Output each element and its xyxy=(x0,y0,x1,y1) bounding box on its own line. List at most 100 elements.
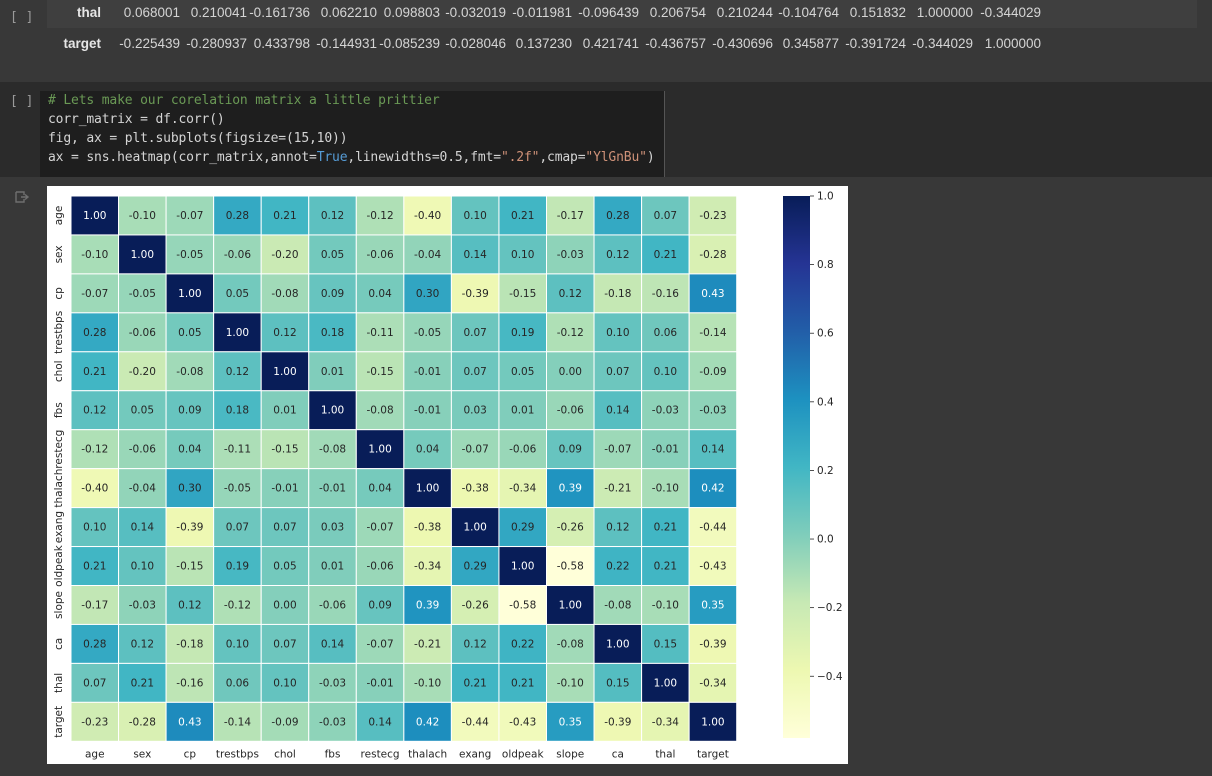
heatmap-annotation: 0.04 xyxy=(368,288,392,300)
heatmap-annotation: 0.21 xyxy=(654,522,677,534)
heatmap-annotation: -0.39 xyxy=(462,288,489,300)
heatmap-annotation: 1.00 xyxy=(368,444,391,456)
heatmap-annotation: 1.00 xyxy=(178,288,201,300)
table-cell: 0.151832 xyxy=(849,5,906,20)
heatmap-annotation: 0.28 xyxy=(83,327,106,339)
heatmap-annotation: 0.01 xyxy=(511,405,534,417)
heatmap-annotation: -0.58 xyxy=(509,599,536,611)
y-tick-label: restecg xyxy=(53,430,65,469)
heatmap-annotation: -0.03 xyxy=(557,249,584,261)
heatmap-annotation: -0.06 xyxy=(509,444,536,456)
y-tick-label: thalach xyxy=(53,469,65,508)
heatmap-annotation: -0.17 xyxy=(557,210,584,222)
heatmap-annotation: -0.06 xyxy=(319,599,346,611)
heatmap-annotation: -0.28 xyxy=(699,249,726,261)
heatmap-annotation: 0.28 xyxy=(226,210,249,222)
heatmap-annotation: -0.39 xyxy=(176,522,203,534)
heatmap-annotation: 1.00 xyxy=(131,249,154,261)
y-tick-label: exang xyxy=(53,511,65,543)
x-tick-label: restecg xyxy=(361,748,400,760)
heatmap-annotation: -0.39 xyxy=(699,638,726,650)
x-tick-label: trestbps xyxy=(216,748,259,760)
row-header: target xyxy=(63,36,101,51)
heatmap-annotation: -0.08 xyxy=(557,638,584,650)
heatmap-annotation: -0.01 xyxy=(414,366,441,378)
table-cell: -0.391724 xyxy=(845,36,906,51)
heatmap-annotation: -0.34 xyxy=(414,561,441,573)
heatmap-annotation: 0.05 xyxy=(273,561,296,573)
heatmap-annotation: -0.10 xyxy=(129,210,156,222)
heatmap-annotation: 0.28 xyxy=(83,638,106,650)
x-tick-label: fbs xyxy=(325,748,341,760)
y-tick-label: ca xyxy=(53,638,65,650)
heatmap-annotation: 0.05 xyxy=(321,249,344,261)
heatmap-annotation: -0.16 xyxy=(652,288,679,300)
table-cell: -0.436757 xyxy=(645,36,706,51)
heatmap-annotation: 0.21 xyxy=(511,677,534,689)
table-cell: 0.433798 xyxy=(253,36,310,51)
heatmap-annotation: 0.10 xyxy=(511,249,534,261)
output-icon[interactable] xyxy=(14,190,30,204)
heatmap-annotation: -0.43 xyxy=(509,716,536,728)
heatmap-annotation: 0.01 xyxy=(273,405,296,417)
heatmap-annotation: -0.12 xyxy=(81,444,108,456)
heatmap-figure: 1.00 -0.10 -0.07 0.28 0.21 0.12 -0.12 -0.40 0.10… xyxy=(47,186,848,764)
table-cell: 0.062210 xyxy=(320,5,377,20)
heatmap-annotation: -0.11 xyxy=(366,327,393,339)
heatmap-annotation: 0.09 xyxy=(321,288,344,300)
heatmap-annotation: -0.07 xyxy=(462,444,489,456)
heatmap-annotation: 0.21 xyxy=(83,561,106,573)
table-cell: 1.000000 xyxy=(916,5,973,20)
heatmap-annotation: 0.07 xyxy=(654,210,677,222)
colorbar-tick-label: 1.0 xyxy=(817,191,834,203)
code-cell-gutter[interactable]: [ ] xyxy=(10,94,33,109)
heatmap-annotation: 1.00 xyxy=(606,638,629,650)
heatmap-annotation: -0.10 xyxy=(557,677,584,689)
heatmap-annotation: 0.10 xyxy=(83,522,106,534)
heatmap-annotation: -0.07 xyxy=(366,638,393,650)
heatmap-annotation: 1.00 xyxy=(416,483,439,495)
heatmap-annotation: 0.22 xyxy=(606,561,629,573)
heatmap-annotation: 0.09 xyxy=(559,444,582,456)
heatmap-annotation: 0.07 xyxy=(83,677,106,689)
heatmap-annotation: -0.58 xyxy=(557,561,584,573)
heatmap-annotation: -0.12 xyxy=(557,327,584,339)
heatmap-annotation: 0.12 xyxy=(606,522,629,534)
heatmap-annotation: -0.06 xyxy=(366,561,393,573)
heatmap-annotation: 0.10 xyxy=(273,677,296,689)
colorbar-tick-label: −0.4 xyxy=(817,671,843,683)
x-tick-label: exang xyxy=(459,748,491,760)
top-cell-gutter: [ ] xyxy=(10,10,34,25)
heatmap-annotation: 0.05 xyxy=(511,366,534,378)
heatmap-annotation: 0.43 xyxy=(701,288,724,300)
heatmap-annotation: -0.23 xyxy=(81,716,108,728)
table-cell: 0.345877 xyxy=(782,36,839,51)
heatmap-annotation: -0.39 xyxy=(604,716,631,728)
table-cell: -0.144931 xyxy=(316,36,377,51)
heatmap-annotation: -0.21 xyxy=(604,483,631,495)
table-row: target -0.225439 -0.280937 0.433798 -0.14493… xyxy=(47,28,1197,59)
heatmap-annotation: 0.04 xyxy=(416,444,440,456)
y-tick-label: age xyxy=(53,206,65,226)
y-tick-label: target xyxy=(53,706,65,738)
heatmap-annotation: -0.11 xyxy=(224,444,251,456)
heatmap-annotation: -0.10 xyxy=(652,483,679,495)
heatmap-annotation: -0.43 xyxy=(699,561,726,573)
table-cell: 0.421741 xyxy=(582,36,639,51)
heatmap-annotation: -0.04 xyxy=(414,249,441,261)
heatmap-annotation: 0.10 xyxy=(463,210,486,222)
heatmap-annotation: 0.05 xyxy=(226,288,249,300)
heatmap-annotation: 1.00 xyxy=(511,561,534,573)
x-tick-label: cp xyxy=(184,748,197,760)
y-tick-label: sex xyxy=(53,245,65,263)
heatmap-annotation: 0.19 xyxy=(226,561,249,573)
table-row: thal 0.068001 0.210041 -0.161736 0.062210 0.0… xyxy=(47,0,1197,28)
heatmap-annotation: 0.42 xyxy=(416,716,439,728)
x-tick-label: target xyxy=(697,748,729,760)
heatmap-annotation: -0.14 xyxy=(699,327,726,339)
table-cell: 0.206754 xyxy=(649,5,706,20)
heatmap-annotation: 0.12 xyxy=(559,288,582,300)
heatmap-annotation: 0.03 xyxy=(463,405,486,417)
heatmap-annotation: -0.03 xyxy=(319,677,346,689)
heatmap-annotation: 0.14 xyxy=(463,249,487,261)
